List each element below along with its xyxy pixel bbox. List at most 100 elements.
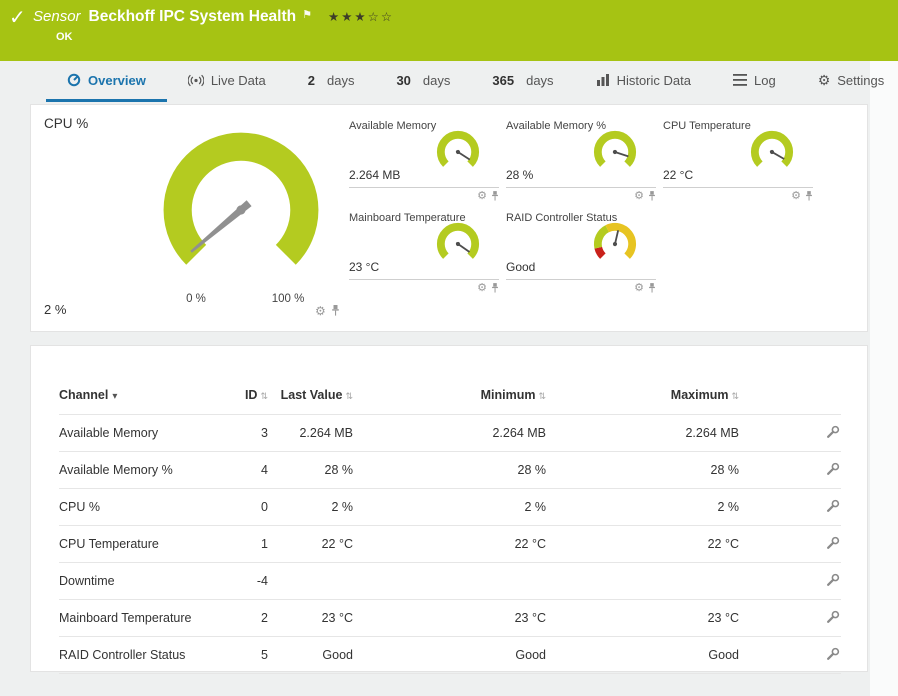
main-gauge-title: CPU % bbox=[44, 116, 88, 131]
gear-icon[interactable]: ⚙ bbox=[634, 283, 644, 294]
main-gauge-value: 2 % bbox=[44, 302, 66, 317]
gear-icon[interactable]: ⚙ bbox=[315, 305, 326, 317]
tab-label: Overview bbox=[88, 73, 146, 88]
cell-channel: CPU % bbox=[59, 489, 209, 526]
cell-channel: Mainboard Temperature bbox=[59, 600, 209, 637]
bar-chart-icon bbox=[596, 74, 610, 86]
tab-label: days bbox=[327, 73, 354, 88]
tab-settings[interactable]: ⚙ Settings bbox=[797, 61, 898, 102]
priority-stars[interactable]: ★★★☆☆ bbox=[328, 9, 394, 24]
stars-filled[interactable]: ★★★ bbox=[328, 10, 368, 24]
cell-min: 2.264 MB bbox=[353, 415, 546, 452]
col-header-last-value[interactable]: Last Value⇅ bbox=[268, 366, 353, 415]
gauge bbox=[746, 126, 798, 178]
cell-channel: CPU Temperature bbox=[59, 526, 209, 563]
gear-icon[interactable]: ⚙ bbox=[634, 191, 644, 202]
gauge bbox=[432, 126, 484, 178]
cell-max: 28 % bbox=[546, 452, 739, 489]
cell-min bbox=[353, 563, 546, 600]
small-gauges-grid: Available Memory 2.264 MB ⚙ Available Me… bbox=[349, 117, 813, 280]
col-header-maximum[interactable]: Maximum⇅ bbox=[546, 366, 739, 415]
pin-icon[interactable] bbox=[648, 190, 656, 202]
stars-empty[interactable]: ☆☆ bbox=[368, 10, 394, 24]
col-header-minimum[interactable]: Minimum⇅ bbox=[353, 366, 546, 415]
sensor-header: ✓ Sensor Beckhoff IPC System Health ⚑ ★★… bbox=[0, 0, 898, 61]
tab-overview[interactable]: Overview bbox=[46, 61, 167, 102]
col-header-channel[interactable]: Channel▾ bbox=[59, 366, 209, 415]
gauge-value: 22 °C bbox=[663, 168, 693, 182]
cell-max: Good bbox=[546, 637, 739, 674]
tab-2-days[interactable]: 2 days bbox=[287, 61, 376, 102]
channel-settings-icon[interactable] bbox=[826, 424, 841, 439]
pin-icon[interactable] bbox=[491, 282, 499, 294]
tab-log[interactable]: Log bbox=[712, 61, 797, 102]
table-row: CPU Temperature 1 22 °C 22 °C 22 °C bbox=[59, 526, 841, 563]
table-row: Available Memory 3 2.264 MB 2.264 MB 2.2… bbox=[59, 415, 841, 452]
table-row: Downtime -4 bbox=[59, 563, 841, 600]
tab-365-days[interactable]: 365 days bbox=[471, 61, 574, 102]
gauge-needle bbox=[455, 149, 471, 161]
gauge bbox=[589, 126, 641, 178]
channel-settings-icon[interactable] bbox=[826, 646, 841, 661]
channel-settings-icon[interactable] bbox=[826, 461, 841, 476]
tab-historic-data[interactable]: Historic Data bbox=[575, 61, 712, 102]
col-header-id[interactable]: ID⇅ bbox=[209, 366, 268, 415]
gear-icon[interactable]: ⚙ bbox=[477, 283, 487, 294]
right-strip bbox=[870, 61, 898, 696]
sort-icon: ⇅ bbox=[731, 391, 739, 401]
sensor-page: ✓ Sensor Beckhoff IPC System Health ⚑ ★★… bbox=[0, 0, 898, 696]
tab-label: Log bbox=[754, 73, 776, 88]
cell-id: 4 bbox=[209, 452, 268, 489]
col-header-actions bbox=[739, 366, 841, 415]
status-badge: OK bbox=[56, 31, 73, 43]
col-label: Channel bbox=[59, 388, 108, 402]
tab-number: 30 bbox=[396, 73, 410, 88]
gauge-tile-available-memory: Available Memory 2.264 MB ⚙ bbox=[349, 117, 499, 188]
pin-icon[interactable] bbox=[648, 282, 656, 294]
gauge-scale-max: 100 % bbox=[265, 293, 311, 305]
priority-flag-icon[interactable]: ⚑ bbox=[302, 8, 312, 21]
channel-settings-icon[interactable] bbox=[826, 572, 841, 587]
gauge-needle bbox=[612, 149, 629, 158]
cell-channel: RAID Controller Status bbox=[59, 637, 209, 674]
channel-settings-icon[interactable] bbox=[826, 609, 841, 624]
cell-max: 22 °C bbox=[546, 526, 739, 563]
log-list-icon bbox=[733, 74, 747, 86]
pin-icon[interactable] bbox=[491, 190, 499, 202]
cell-id: 0 bbox=[209, 489, 268, 526]
cell-min: 2 % bbox=[353, 489, 546, 526]
live-data-broadcast-icon bbox=[188, 74, 204, 87]
col-label: Last Value bbox=[281, 388, 343, 402]
gauge-value: 28 % bbox=[506, 168, 533, 182]
cell-id: 2 bbox=[209, 600, 268, 637]
pin-icon[interactable] bbox=[805, 190, 813, 202]
gauge-value: Good bbox=[506, 260, 535, 274]
cell-channel: Available Memory % bbox=[59, 452, 209, 489]
sort-icon: ⇅ bbox=[345, 391, 353, 401]
pin-icon[interactable] bbox=[331, 304, 340, 317]
gear-icon[interactable]: ⚙ bbox=[477, 191, 487, 202]
cell-last bbox=[268, 563, 353, 600]
gauge bbox=[432, 218, 484, 270]
cell-max: 2.264 MB bbox=[546, 415, 739, 452]
cell-last: Good bbox=[268, 637, 353, 674]
cell-id: -4 bbox=[209, 563, 268, 600]
sort-icon: ⇅ bbox=[260, 391, 268, 401]
object-type-label: Sensor bbox=[33, 8, 81, 25]
channel-settings-icon[interactable] bbox=[826, 535, 841, 550]
tab-30-days[interactable]: 30 days bbox=[375, 61, 471, 102]
cell-min: 23 °C bbox=[353, 600, 546, 637]
gauge-tile-cpu-temperature: CPU Temperature 22 °C ⚙ bbox=[663, 117, 813, 188]
status-gauge bbox=[589, 218, 641, 270]
tab-live-data[interactable]: Live Data bbox=[167, 61, 287, 102]
tab-label: Settings bbox=[837, 73, 884, 88]
table-header-row: Channel▾ ID⇅ Last Value⇅ Minimum⇅ Maximu… bbox=[59, 366, 841, 415]
gauge-tile-available-memory-pct: Available Memory % 28 % ⚙ bbox=[506, 117, 656, 188]
cell-last: 23 °C bbox=[268, 600, 353, 637]
gauge-value: 2.264 MB bbox=[349, 168, 400, 182]
gear-icon[interactable]: ⚙ bbox=[791, 191, 801, 202]
cell-min: Good bbox=[353, 637, 546, 674]
channel-settings-icon[interactable] bbox=[826, 498, 841, 513]
tab-bar: Overview Live Data 2 days 30 days 365 da… bbox=[0, 61, 898, 102]
gauge-needle bbox=[455, 241, 471, 254]
